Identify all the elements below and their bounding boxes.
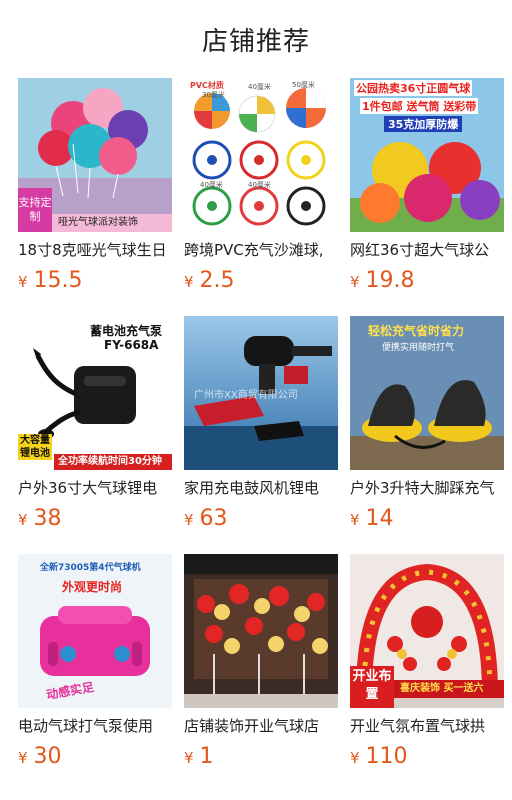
size-label: 50厘米 (292, 81, 315, 89)
image-footer: 全功率续航时间30分钟 (54, 454, 172, 470)
size-label: 40厘米 (200, 181, 223, 189)
price-value: 63 (199, 506, 228, 531)
currency-symbol: ¥ (184, 749, 194, 767)
currency-symbol: ¥ (350, 273, 360, 291)
product-title[interactable]: 18寸8克哑光气球生日 (18, 240, 172, 260)
product-card[interactable]: PVC材质 30厘米 40厘米 50厘米 40厘米 40厘米 跨境PVC充气沙滩… (184, 78, 338, 316)
customize-badge: 支持定制 (18, 188, 52, 232)
product-price: ¥ 38 (18, 506, 172, 531)
image-caption: 哑光气球派对装饰 (52, 214, 172, 232)
product-image[interactable]: 公园热卖36寸正圆气球 1件包邮 送气筒 送彩带 35克加厚防爆 (350, 78, 504, 232)
section-header: 店铺推荐 (0, 0, 512, 78)
product-title[interactable]: 户外3升特大脚踩充气 (350, 478, 504, 498)
product-title[interactable]: 电动气球打气泵使用 (18, 716, 172, 736)
size-label: 30厘米 (202, 91, 225, 99)
currency-symbol: ¥ (18, 273, 28, 291)
currency-symbol: ¥ (350, 749, 360, 767)
size-label: 40厘米 (248, 83, 271, 91)
product-card[interactable]: 全新73005第4代气球机 外观更时尚 动感实足 电动气球打气泵使用 ¥ 30 (18, 554, 172, 792)
currency-symbol: ¥ (184, 511, 194, 529)
product-image[interactable]: 广州市XX商贸有限公司 (184, 316, 338, 470)
product-card[interactable]: 轻松充气省时省力 便携实用随时打气 户外3升特大脚踩充气 ¥ 14 (350, 316, 504, 554)
product-price: ¥ 30 (18, 744, 172, 769)
grand-opening-badge: 开业布置 (350, 666, 394, 708)
product-card[interactable]: 店铺装饰开业气球店 ¥ 1 (184, 554, 338, 792)
size-label: 40厘米 (248, 181, 271, 189)
price-value: 15.5 (33, 268, 83, 293)
product-title[interactable]: 跨境PVC充气沙滩球, (184, 240, 338, 260)
product-image[interactable]: 开业布置 喜庆装饰 买一送六 (350, 554, 504, 708)
section-title: 店铺推荐 (201, 26, 310, 57)
product-image[interactable]: PVC材质 30厘米 40厘米 50厘米 40厘米 40厘米 (184, 78, 338, 232)
price-value: 110 (365, 744, 408, 769)
product-title[interactable]: 店铺装饰开业气球店 (184, 716, 338, 736)
product-card[interactable]: 蓄电池充气泵 FY-668A 大容量锂电池 全功率续航时间30分钟 户外36寸大… (18, 316, 172, 554)
product-image[interactable] (184, 554, 338, 708)
currency-symbol: ¥ (350, 511, 360, 529)
product-image[interactable]: 蓄电池充气泵 FY-668A 大容量锂电池 全功率续航时间30分钟 (18, 316, 172, 470)
product-price: ¥ 110 (350, 744, 504, 769)
price-value: 38 (33, 506, 62, 531)
image-product-name: 蓄电池充气泵 (90, 324, 163, 338)
price-value: 2.5 (199, 268, 235, 293)
product-title[interactable]: 开业气氛布置气球拱 (350, 716, 504, 736)
price-value: 30 (33, 744, 62, 769)
product-image[interactable]: 全新73005第4代气球机 外观更时尚 动感实足 (18, 554, 172, 708)
currency-symbol: ¥ (18, 511, 28, 529)
product-card[interactable]: 公园热卖36寸正圆气球 1件包邮 送气筒 送彩带 35克加厚防爆 网红36寸超大… (350, 78, 504, 316)
product-price: ¥ 19.8 (350, 268, 504, 293)
image-tag: 35克加厚防爆 (384, 116, 463, 132)
currency-symbol: ¥ (18, 749, 28, 767)
product-image[interactable]: 轻松充气省时省力 便携实用随时打气 (350, 316, 504, 470)
image-headline: 轻松充气省时省力 (368, 324, 465, 338)
currency-symbol: ¥ (184, 273, 194, 291)
price-value: 1 (199, 744, 214, 769)
product-card[interactable]: 支持定制 哑光气球派对装饰 18寸8克哑光气球生日 ¥ 15.5 (18, 78, 172, 316)
product-price: ¥ 63 (184, 506, 338, 531)
product-price: ¥ 2.5 (184, 268, 338, 293)
product-title[interactable]: 网红36寸超大气球公 (350, 240, 504, 260)
capacity-badge: 大容量锂电池 (18, 434, 52, 460)
beach-ball-image (184, 78, 338, 232)
product-price: ¥ 14 (350, 506, 504, 531)
product-price: ¥ 1 (184, 744, 338, 769)
image-headline: 公园热卖36寸正圆气球 (354, 80, 473, 96)
image-headline: 全新73005第4代气球机 (40, 563, 141, 573)
product-card[interactable]: 广州市XX商贸有限公司 家用充电鼓风机锂电 ¥ 63 (184, 316, 338, 554)
shop-balloons-image (184, 554, 338, 708)
image-caption: 喜庆装饰 买一送六 (394, 680, 504, 698)
image-subline: 便携实用随时打气 (382, 343, 455, 353)
price-value: 14 (365, 506, 394, 531)
price-value: 19.8 (365, 268, 415, 293)
image-watermark: 广州市XX商贸有限公司 (194, 390, 298, 401)
product-title[interactable]: 家用充电鼓风机锂电 (184, 478, 338, 498)
product-card[interactable]: 开业布置 喜庆装饰 买一送六 开业气氛布置气球拱 ¥ 110 (350, 554, 504, 792)
product-image[interactable]: 支持定制 哑光气球派对装饰 (18, 78, 172, 232)
product-title[interactable]: 户外36寸大气球锂电 (18, 478, 172, 498)
image-model: FY-668A (104, 338, 159, 352)
image-slogan: 外观更时尚 (62, 580, 123, 594)
image-promo: 1件包邮 送气筒 送彩带 (360, 98, 479, 114)
product-grid: 支持定制 哑光气球派对装饰 18寸8克哑光气球生日 ¥ 15.5 PVC材质 3… (18, 78, 508, 792)
product-price: ¥ 15.5 (18, 268, 172, 293)
